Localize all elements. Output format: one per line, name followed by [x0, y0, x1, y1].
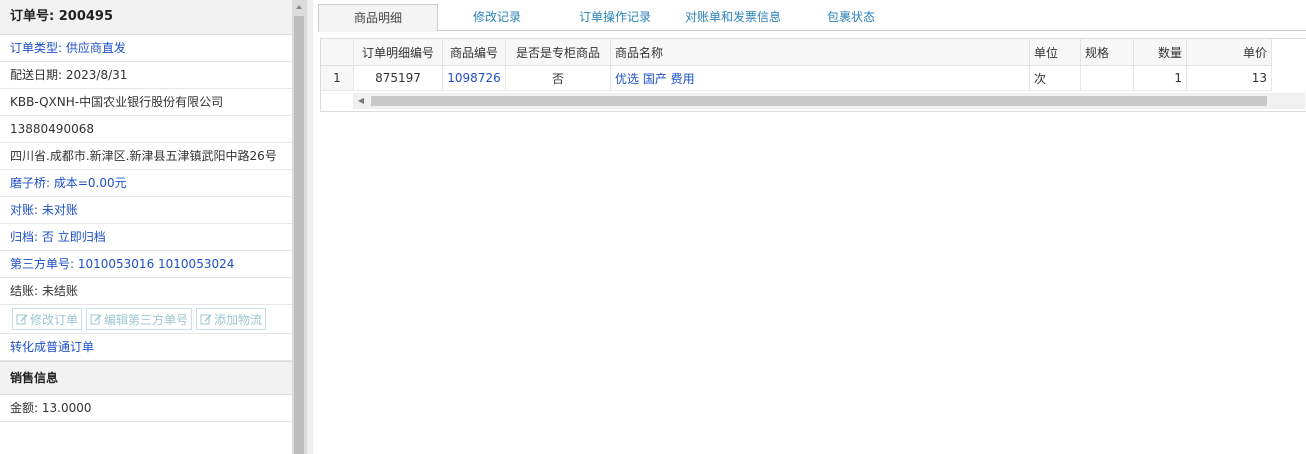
cell-price: 13	[1186, 65, 1272, 91]
edit-icon	[16, 314, 28, 325]
row-number-header	[321, 39, 354, 66]
settle-status: 结账: 未结账	[0, 278, 292, 305]
tab-modify-records[interactable]: 修改记录	[438, 4, 556, 30]
add-logistics-button[interactable]: 添加物流	[196, 308, 267, 330]
scroll-left-icon[interactable]: ◀	[353, 93, 369, 109]
convert-to-normal-order-link[interactable]: 转化成普通订单	[0, 334, 292, 361]
delivery-date: 配送日期: 2023/8/31	[0, 62, 292, 89]
archive-row: 归档: 否 立即归档	[0, 224, 292, 251]
col-spec[interactable]: 规格	[1080, 39, 1134, 66]
col-detail-no[interactable]: 订单明细编号	[353, 39, 443, 66]
customer-phone: 13880490068	[0, 116, 292, 143]
add-logistics-label: 添加物流	[214, 312, 263, 327]
table-header-row: 订单明细编号 商品编号 是否是专柜商品 商品名称 单位 规格 数量 单价	[321, 39, 1272, 66]
col-unit[interactable]: 单位	[1029, 39, 1081, 66]
edit-third-party-label: 编辑第三方单号	[104, 312, 189, 327]
detail-tabs: 商品明细 修改记录 订单操作记录 对账单和发票信息 包裹状态	[318, 4, 1306, 32]
third-party-numbers: 第三方单号: 1010053016 1010053024	[0, 251, 292, 278]
sales-info-section: 销售信息	[0, 361, 292, 395]
row-number: 1	[321, 65, 354, 91]
cell-product-name-link[interactable]: 优选 国产 费用	[610, 65, 1030, 91]
cell-qty: 1	[1133, 65, 1187, 91]
tab-package-status[interactable]: 包裹状态	[792, 4, 910, 30]
tab-order-operations[interactable]: 订单操作记录	[556, 4, 674, 30]
edit-third-party-button[interactable]: 编辑第三方单号	[86, 308, 193, 330]
archive-now-link[interactable]: 立即归档	[58, 230, 106, 244]
cell-is-counter: 否	[505, 65, 611, 91]
panel-splitter[interactable]	[306, 0, 313, 454]
scroll-up-icon[interactable]	[292, 0, 306, 14]
tab-product-details[interactable]: 商品明细	[318, 4, 438, 32]
archive-label: 归档:	[10, 230, 42, 244]
order-amount: 金额: 13.0000	[0, 395, 292, 422]
edit-icon	[200, 314, 212, 325]
order-number-title: 订单号: 200495	[0, 0, 292, 35]
edit-icon	[90, 314, 102, 325]
edit-order-button[interactable]: 修改订单	[12, 308, 83, 330]
cell-detail-no: 875197	[353, 65, 443, 91]
order-actions: 修改订单 编辑第三方单号 添加物流	[0, 305, 292, 334]
mozi-cost: 磨子桥: 成本=0.00元	[0, 170, 292, 197]
main-panel: 商品明细 修改记录 订单操作记录 对账单和发票信息 包裹状态 订单明细编号 商品…	[314, 0, 1306, 454]
col-product-name[interactable]: 商品名称	[610, 39, 1030, 66]
product-detail-grid: 订单明细编号 商品编号 是否是专柜商品 商品名称 单位 规格 数量 单价 1 8…	[320, 38, 1306, 112]
sidebar-scrollbar[interactable]	[292, 0, 306, 454]
product-table: 订单明细编号 商品编号 是否是专柜商品 商品名称 单位 规格 数量 单价 1 8…	[321, 39, 1272, 91]
scrollbar-thumb[interactable]	[294, 16, 304, 454]
horizontal-scroll-thumb[interactable]	[371, 96, 1267, 106]
order-info-sidebar: 订单号: 200495 订单类型: 供应商直发 配送日期: 2023/8/31 …	[0, 0, 292, 454]
cell-product-no-link[interactable]: 1098726	[442, 65, 506, 91]
edit-order-label: 修改订单	[30, 312, 79, 327]
tab-statement-invoice[interactable]: 对账单和发票信息	[674, 4, 792, 30]
table-horizontal-scrollbar[interactable]: ◀	[353, 93, 1305, 109]
table-row[interactable]: 1 875197 1098726 否 优选 国产 费用 次 1 13	[321, 65, 1272, 91]
customer-name: KBB-QXNH-中国农业银行股份有限公司	[0, 89, 292, 116]
col-qty[interactable]: 数量	[1133, 39, 1187, 66]
customer-address: 四川省.成都市.新津区.新津县五津镇武阳中路26号	[0, 143, 292, 170]
col-price[interactable]: 单价	[1186, 39, 1272, 66]
order-type: 订单类型: 供应商直发	[0, 35, 292, 62]
col-is-counter[interactable]: 是否是专柜商品	[505, 39, 611, 66]
cell-spec	[1080, 65, 1134, 91]
archive-value: 否	[41, 230, 54, 244]
reconcile-status: 对账: 未对账	[0, 197, 292, 224]
col-product-no[interactable]: 商品编号	[442, 39, 506, 66]
cell-unit: 次	[1029, 65, 1081, 91]
